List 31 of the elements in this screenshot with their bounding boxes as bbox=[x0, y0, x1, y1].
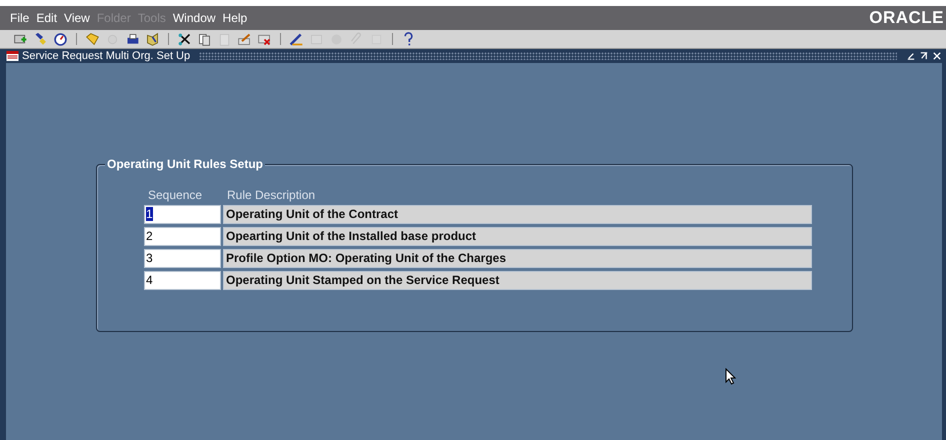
sequence-field[interactable]: 1 bbox=[144, 205, 221, 224]
printer-icon[interactable] bbox=[125, 32, 140, 46]
compass-icon[interactable] bbox=[53, 32, 68, 46]
pages-icon[interactable] bbox=[197, 32, 212, 46]
menu-item[interactable]: Help bbox=[222, 11, 248, 25]
rule-description-field[interactable]: Opearting Unit of the Installed base product bbox=[223, 227, 812, 246]
rule-description-field[interactable]: Operating Unit of the Contract bbox=[223, 205, 812, 224]
pencil-icon[interactable] bbox=[237, 32, 252, 46]
rule-description-field[interactable]: Operating Unit Stamped on the Service Request bbox=[223, 271, 812, 290]
brand-logo: ORACLE bbox=[869, 8, 944, 28]
book-icon[interactable] bbox=[145, 32, 160, 46]
sequence-field[interactable]: 2 bbox=[144, 227, 221, 246]
rule-description-field[interactable]: Profile Option MO: Operating Unit of the Charges bbox=[223, 249, 812, 268]
maximize-icon[interactable] bbox=[919, 51, 929, 61]
pen-icon[interactable] bbox=[289, 32, 304, 46]
mouse-pointer-icon bbox=[725, 368, 736, 385]
sequence-field[interactable]: 4 bbox=[144, 271, 221, 290]
form-icon bbox=[6, 51, 19, 61]
minimize-icon[interactable] bbox=[906, 51, 916, 61]
column-header: Sequence bbox=[147, 188, 204, 202]
close-icon[interactable] bbox=[932, 51, 942, 61]
window-title: Service Request Multi Org. Set Up bbox=[22, 50, 190, 62]
flashlight-icon[interactable] bbox=[33, 32, 48, 46]
frame-title: Operating Unit Rules Setup bbox=[105, 157, 266, 171]
menu-item[interactable]: File bbox=[10, 11, 30, 25]
sequence-field[interactable]: 3 bbox=[144, 249, 221, 268]
menu-item[interactable]: Edit bbox=[36, 11, 58, 25]
menu-item[interactable]: View bbox=[64, 11, 90, 25]
scissors-icon[interactable] bbox=[177, 32, 192, 46]
column-header: Rule Description bbox=[226, 188, 316, 202]
menu-item[interactable]: Window bbox=[172, 11, 216, 25]
